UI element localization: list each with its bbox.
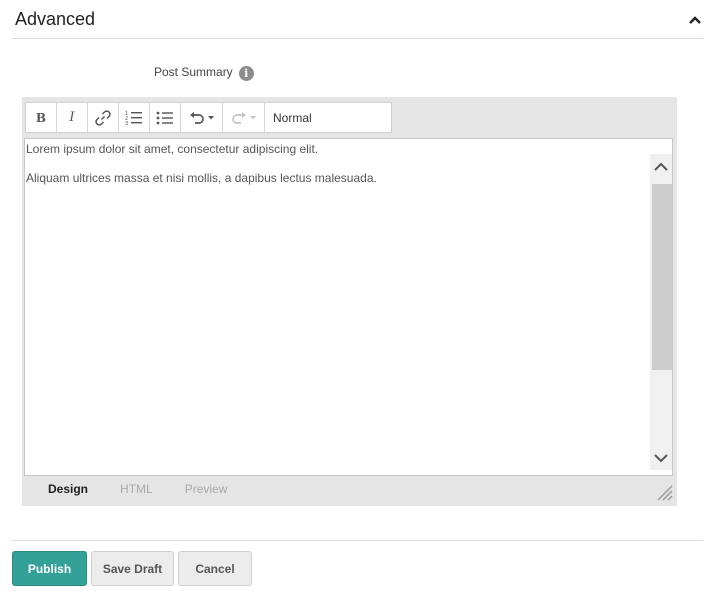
editor-content-area[interactable]: Lorem ipsum dolor sit amet, consectetur … [24,138,673,476]
tab-preview[interactable]: Preview [185,482,228,496]
scroll-up-button[interactable] [650,154,672,178]
post-summary-label: Post Summary [154,65,233,79]
unordered-list-icon [156,111,173,124]
editor-mode-tabs: Design HTML Preview [48,482,259,496]
content-paragraph: Lorem ipsum dolor sit amet, consectetur … [26,142,319,156]
resize-grip-icon [657,485,673,501]
bold-icon: B [35,110,47,125]
vertical-scrollbar[interactable] [650,154,672,470]
tab-html[interactable]: HTML [120,482,153,496]
redo-button[interactable] [223,103,265,132]
divider [12,540,703,541]
cancel-button[interactable]: Cancel [178,551,252,586]
undo-button[interactable] [181,103,223,132]
format-select[interactable]: Normal [265,103,391,132]
italic-icon: I [69,110,75,125]
content-paragraph: Aliquam ultrices massa et nisi mollis, a… [26,171,377,185]
editor-toolbar: B I 1 2 3 Normal [25,102,392,133]
redo-dropdown-icon [249,115,256,119]
undo-dropdown-icon [207,115,214,119]
link-icon [95,109,111,126]
info-icon[interactable]: i [238,65,254,81]
rich-text-editor: B I 1 2 3 Normal Lorem ipsum dolor sit a… [22,97,677,506]
tab-design[interactable]: Design [48,482,88,496]
section-title: Advanced [15,9,96,29]
scroll-thumb[interactable] [652,184,672,370]
save-draft-button[interactable]: Save Draft [91,551,174,586]
italic-button[interactable]: I [57,103,88,132]
svg-text:3: 3 [125,121,128,126]
scroll-down-button[interactable] [650,446,672,470]
chevron-down-icon [654,453,668,462]
chevron-up-icon [689,16,701,24]
ordered-list-icon: 1 2 3 [125,111,142,126]
section-header: Advanced [12,0,703,39]
ordered-list-button[interactable]: 1 2 3 [119,103,150,132]
publish-button[interactable]: Publish [12,551,87,586]
link-button[interactable] [88,103,119,132]
undo-icon [189,111,204,124]
redo-icon [231,111,246,124]
unordered-list-button[interactable] [150,103,181,132]
resize-handle[interactable] [655,483,673,501]
collapse-section-button[interactable] [687,12,703,28]
chevron-up-icon [654,162,668,171]
bold-button[interactable]: B [26,103,57,132]
editor-content[interactable]: Lorem ipsum dolor sit amet, consectetur … [26,142,646,200]
field-label-row: Post Summary i [154,62,254,82]
